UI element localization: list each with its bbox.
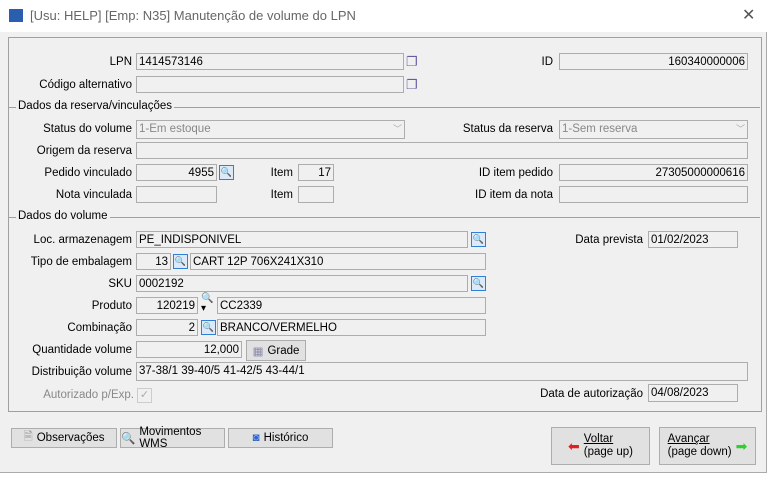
produto-label: Produto — [91, 300, 132, 312]
voltar-text: Voltar (page up) — [584, 433, 633, 459]
status-volume-value: 1-Em estoque — [139, 123, 211, 135]
qtd-input[interactable]: 12,000 — [136, 341, 242, 358]
observacoes-label: Observações — [36, 432, 105, 444]
search-icon[interactable]: 🔍 — [201, 320, 216, 335]
historico-label: Histórico — [263, 432, 309, 444]
dist-input[interactable]: 37-38/1 39-40/5 41-42/5 43-44/1 — [136, 362, 748, 381]
movimentos-label: Movimentos WMS — [139, 426, 202, 450]
data-aut-input[interactable]: 04/08/2023 — [648, 384, 738, 402]
observacoes-button[interactable]: 🗎 Observações — [11, 428, 117, 448]
id-item-pedido-input[interactable]: 27305000000616 — [559, 164, 748, 181]
comb-desc-input[interactable]: BRANCO/VERMELHO — [217, 319, 486, 336]
origem-label: Origem da reserva — [36, 145, 132, 157]
alt-code-input[interactable] — [136, 76, 404, 93]
id-label: ID — [541, 56, 554, 68]
autorizado-label: Autorizado p/Exp. — [43, 389, 134, 401]
item-label: Item — [270, 167, 293, 179]
item-nota-label: Item — [270, 189, 293, 201]
produto-code-input[interactable]: 120219 — [136, 297, 198, 314]
grade-label: Grade — [267, 344, 300, 357]
section-reserva-legend: Dados da reserva/vinculações — [16, 100, 175, 112]
id-input[interactable]: 160340000006 — [559, 53, 748, 70]
search-icon[interactable]: 🔍 — [173, 254, 188, 269]
status-reserva-select[interactable]: 1-Sem reserva ﹀ — [559, 120, 748, 139]
tipo-label: Tipo de embalagem — [30, 256, 132, 268]
avancar-text: Avançar (page down) — [668, 433, 732, 459]
sku-label: SKU — [108, 278, 132, 290]
chevron-down-icon: ﹀ — [392, 124, 402, 134]
nota-label: Nota vinculada — [55, 189, 132, 201]
data-prevista-input[interactable]: 01/02/2023 — [648, 231, 738, 248]
origem-input[interactable] — [136, 142, 748, 159]
grid-icon: ▦ — [252, 345, 264, 358]
id-item-nota-input[interactable] — [559, 186, 748, 203]
movimentos-wms-button[interactable]: 🔍 Movimentos WMS — [120, 426, 225, 450]
document-icon: 🗎 — [23, 430, 33, 443]
data-aut-label: Data de autorização — [540, 388, 643, 400]
alt-code-label: Código alternativo — [39, 79, 132, 91]
produto-desc-input[interactable]: CC2339 — [217, 297, 486, 314]
search-icon[interactable]: 🔍 — [471, 232, 486, 247]
loc-label: Loc. armazenagem — [33, 234, 132, 246]
voltar-sub: (page up) — [583, 446, 633, 458]
comb-label: Combinação — [67, 322, 132, 334]
status-reserva-value: 1-Sem reserva — [562, 123, 638, 135]
avancar-button[interactable]: Avançar (page down) ➡ — [659, 427, 756, 465]
status-reserva-label: Status da reserva — [462, 123, 553, 135]
data-prevista-label: Data prevista — [575, 234, 643, 246]
window-title: [Usu: HELP] [Emp: N35] Manutenção de vol… — [30, 8, 356, 23]
loc-input[interactable]: PE_INDISPONIVEL — [136, 231, 468, 248]
lpn-input[interactable]: 1414573146 — [136, 53, 404, 70]
avancar-label: Avançar — [667, 433, 710, 445]
search-dropdown-icon[interactable]: 🔍 ▾ — [201, 294, 213, 314]
item-input[interactable]: 17 — [298, 164, 334, 181]
comb-code-input[interactable]: 2 — [136, 319, 198, 336]
search-icon[interactable]: 🔍 — [471, 276, 486, 291]
arrow-right-icon: ➡ — [735, 437, 748, 454]
tipo-desc-input[interactable]: CART 12P 706X241X310 — [190, 253, 486, 270]
lpn-label: LPN — [109, 56, 132, 68]
section-volume-legend: Dados do volume — [16, 210, 110, 222]
grade-button[interactable]: ▦ Grade — [246, 340, 306, 361]
divider — [9, 217, 760, 218]
historico-button[interactable]: ◙ Histórico — [228, 428, 333, 448]
status-volume-label: Status do volume — [43, 123, 132, 135]
id-item-pedido-label: ID item pedido — [478, 167, 553, 179]
close-button[interactable]: ✕ — [742, 5, 755, 25]
copy-icon[interactable]: ❐ — [406, 77, 422, 93]
app-icon — [9, 9, 23, 22]
item-nota-input[interactable] — [298, 186, 334, 203]
tipo-code-input[interactable]: 13 — [136, 253, 171, 270]
search-icon: 🔍 — [121, 433, 136, 445]
arrow-left-icon: ⬅ — [568, 437, 580, 454]
avancar-sub: (page down) — [667, 446, 732, 458]
id-item-nota-label: ID item da nota — [475, 189, 553, 201]
pedido-label: Pedido vinculado — [44, 167, 132, 179]
voltar-label: Voltar — [583, 433, 614, 445]
chevron-down-icon: ﹀ — [735, 124, 745, 134]
autorizado-checkbox[interactable]: ✓ — [137, 388, 152, 403]
status-volume-select[interactable]: 1-Em estoque ﹀ — [136, 120, 405, 139]
voltar-button[interactable]: ⬅ Voltar (page up) — [551, 427, 650, 465]
qtd-label: Quantidade volume — [32, 344, 132, 356]
clock-icon: ◙ — [252, 432, 260, 444]
sku-input[interactable]: 0002192 — [136, 275, 468, 292]
dist-label: Distribuição volume — [31, 366, 132, 378]
